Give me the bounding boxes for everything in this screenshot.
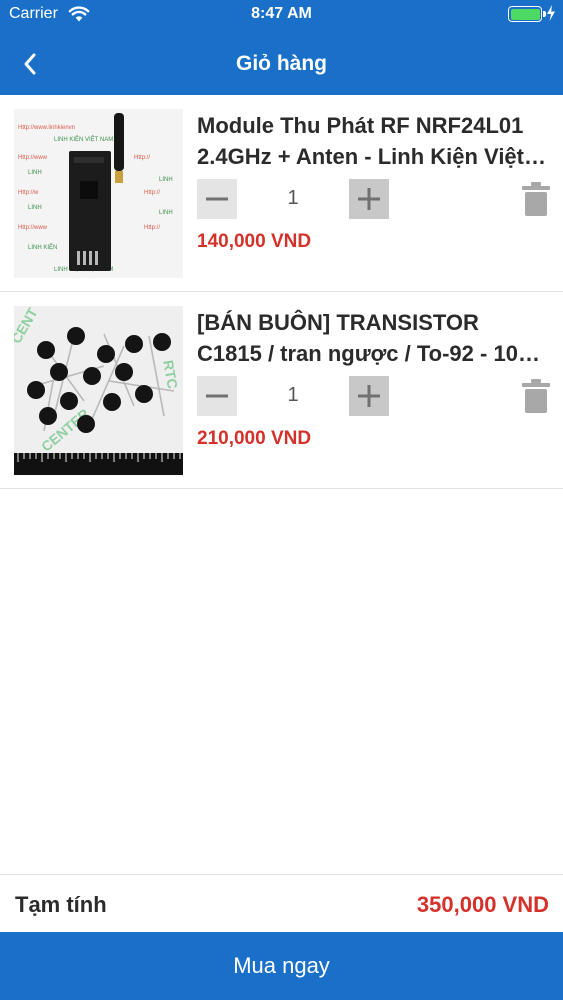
svg-text:Http://www: Http://www — [18, 225, 48, 231]
minus-icon — [206, 197, 228, 201]
buy-now-button[interactable]: Mua ngay — [0, 932, 563, 1000]
quantity-value: 1 — [287, 384, 299, 406]
delete-item-button[interactable] — [520, 181, 552, 217]
decrease-quantity-button[interactable] — [197, 179, 237, 219]
battery-icon — [508, 6, 546, 22]
product-price: 210,000 VND — [197, 428, 312, 449]
svg-text:LINH: LINH — [28, 205, 42, 211]
svg-text:Http://www: Http://www — [18, 155, 48, 161]
svg-text:LINH KIỆN: LINH KIỆN — [28, 243, 57, 251]
svg-text:Http://: Http:// — [134, 155, 150, 161]
product-price: 140,000 VND — [197, 231, 312, 252]
status-bar: Carrier 8:47 AM — [0, 0, 563, 30]
nav-bar: Giỏ hàng — [0, 30, 563, 95]
svg-text:Http://www.linhkienvn: Http://www.linhkienvn — [18, 125, 75, 131]
svg-text:Http://: Http:// — [144, 225, 160, 231]
charging-bolt-icon — [547, 5, 555, 21]
minus-icon — [206, 394, 228, 398]
plus-icon — [358, 188, 380, 210]
svg-text:LINH: LINH — [159, 210, 173, 216]
quantity-value: 1 — [287, 187, 299, 209]
plus-icon — [358, 385, 380, 407]
svg-text:LINH: LINH — [159, 177, 173, 183]
clock: 8:47 AM — [251, 5, 312, 22]
subtotal-value: 350,000 VND — [416, 892, 549, 917]
svg-text:Http://w: Http://w — [18, 190, 39, 196]
svg-text:LINH: LINH — [28, 170, 42, 176]
subtotal-row: Tạm tính 350,000 VND — [0, 874, 563, 932]
product-title[interactable]: Module Thu Phát RF NRF24L01 2.4GHz + Ant… — [197, 110, 549, 172]
increase-quantity-button[interactable] — [349, 376, 389, 416]
product-image[interactable]: CENT RTC CENTER — [14, 306, 183, 475]
decrease-quantity-button[interactable] — [197, 376, 237, 416]
battery-fill — [510, 8, 540, 20]
svg-text:Http://: Http:// — [144, 190, 160, 196]
app-header: Carrier 8:47 AM Giỏ hàng — [0, 0, 563, 95]
svg-text:LINH KIỆN VIỆT NAM: LINH KIỆN VIỆT NAM — [54, 135, 113, 143]
delete-item-button[interactable] — [520, 378, 552, 414]
product-title[interactable]: [BÁN BUÔN] TRANSISTOR C1815 / tran ngược… — [197, 307, 549, 369]
product-image[interactable]: Http://www.linhkienvn Http://www Http://… — [14, 109, 183, 278]
cart-item: Http://www.linhkienvn Http://www Http://… — [0, 95, 563, 292]
cart-item: CENT RTC CENTER [BÁN BUÔN] TRANSISTOR C1… — [0, 292, 563, 489]
increase-quantity-button[interactable] — [349, 179, 389, 219]
subtotal-label: Tạm tính — [15, 892, 107, 917]
page-title: Giỏ hàng — [236, 52, 327, 75]
